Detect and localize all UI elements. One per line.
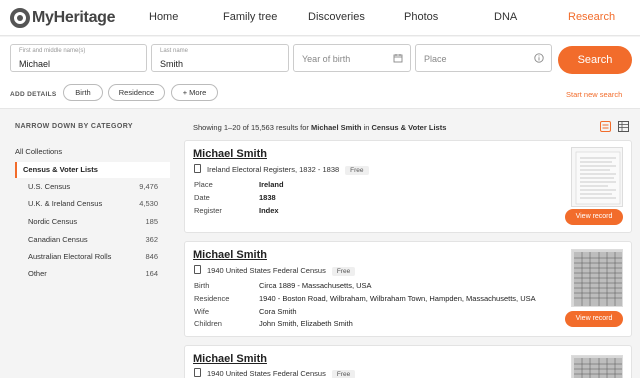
sidebar-item-census-voter-lists[interactable]: Census & Voter Lists xyxy=(15,162,170,178)
summary-in: in xyxy=(363,123,370,132)
summary-query: Michael Smith xyxy=(311,123,362,132)
result-name-link[interactable]: Michael Smith xyxy=(193,148,267,160)
field-value: Ireland xyxy=(259,180,284,189)
result-name-link[interactable]: Michael Smith xyxy=(193,249,267,261)
table-view-icon[interactable] xyxy=(618,121,629,132)
field-label: Register xyxy=(194,206,222,215)
category-count: 185 xyxy=(145,217,158,226)
field-value: Index xyxy=(259,206,279,215)
result-card: Michael Smith Ireland Electoral Register… xyxy=(184,140,632,233)
nav-home[interactable]: Home xyxy=(149,11,178,23)
field-value: John Smith, Elizabeth Smith xyxy=(259,319,353,328)
place-placeholder: Place xyxy=(424,54,447,64)
collection-icon xyxy=(194,265,201,274)
last-name-field[interactable]: Last name Smith xyxy=(151,44,289,72)
field-value: Cora Smith xyxy=(259,307,297,316)
calendar-icon xyxy=(393,54,403,63)
result-card: Michael Smith 1940 United States Federal… xyxy=(184,241,632,337)
record-thumbnail[interactable] xyxy=(571,147,623,207)
place-field[interactable]: Place xyxy=(415,44,552,72)
results-summary: Showing 1–20 of 15,563 results for Micha… xyxy=(193,123,446,132)
logo-icon xyxy=(10,8,30,28)
category-label: Nordic Census xyxy=(28,217,78,226)
document-image-icon xyxy=(575,151,621,205)
census-sheet-image-icon xyxy=(574,252,622,306)
view-record-button[interactable]: View record xyxy=(565,209,623,225)
category-count: 4,530 xyxy=(139,199,158,208)
field-label: Children xyxy=(194,319,222,328)
field-label: Residence xyxy=(194,294,230,303)
logo-text: MyHeritage xyxy=(32,9,116,26)
search-button[interactable]: Search xyxy=(558,46,632,74)
nav-discoveries[interactable]: Discoveries xyxy=(308,11,365,23)
collection-icon xyxy=(194,368,201,377)
category-count: 846 xyxy=(145,252,158,261)
collection-name: 1940 United States Federal Census Free xyxy=(207,369,356,378)
summary-prefix: Showing 1–20 of 15,563 results for xyxy=(193,123,309,132)
sidebar-item-canadian-census[interactable]: Canadian Census 362 xyxy=(28,235,158,244)
field-label: Wife xyxy=(194,307,209,316)
start-new-search-link[interactable]: Start new search xyxy=(566,90,622,99)
census-sheet-image-icon xyxy=(574,358,622,378)
record-thumbnail[interactable] xyxy=(571,249,623,307)
category-count: 9,476 xyxy=(139,182,158,191)
category-label: Canadian Census xyxy=(28,235,88,244)
add-birth-button[interactable]: Birth xyxy=(63,84,103,101)
sidebar-item-all-collections[interactable]: All Collections xyxy=(15,147,62,156)
sidebar-item-australian-electoral-rolls[interactable]: Australian Electoral Rolls 846 xyxy=(28,252,158,261)
collection-icon xyxy=(194,164,201,173)
view-record-button[interactable]: View record xyxy=(565,311,623,327)
collection-title: Ireland Electoral Registers, 1832 - 1838 xyxy=(207,165,340,174)
collection-name: Ireland Electoral Registers, 1832 - 1838… xyxy=(207,165,369,175)
nav-research[interactable]: Research xyxy=(568,11,615,23)
category-count: 362 xyxy=(145,235,158,244)
top-navigation: MyHeritage Home Family tree Discoveries … xyxy=(0,0,640,36)
field-value: 1940 - Boston Road, Wilbraham, Wilbraham… xyxy=(259,294,536,303)
field-value: Circa 1889 - Massachusetts, USA xyxy=(259,281,372,290)
first-name-field[interactable]: First and middle name(s) Michael xyxy=(10,44,147,72)
sidebar-title: NARROW DOWN BY CATEGORY xyxy=(15,123,133,130)
sidebar-item-nordic-census[interactable]: Nordic Census 185 xyxy=(28,217,158,226)
add-residence-button[interactable]: Residence xyxy=(108,84,165,101)
add-details-label: ADD DETAILS xyxy=(10,91,57,98)
nav-family-tree[interactable]: Family tree xyxy=(223,11,277,23)
last-name-value: Smith xyxy=(160,59,184,69)
free-badge: Free xyxy=(345,166,369,175)
year-of-birth-field[interactable]: Year of birth xyxy=(293,44,411,72)
sidebar-item-other[interactable]: Other 164 xyxy=(28,269,158,278)
free-badge: Free xyxy=(331,267,356,276)
free-badge: Free xyxy=(331,370,356,378)
myheritage-logo[interactable]: MyHeritage xyxy=(10,8,116,28)
field-label: Place xyxy=(194,180,213,189)
result-card: Michael Smith 1940 United States Federal… xyxy=(184,345,632,378)
sidebar-item-us-census[interactable]: U.S. Census 9,476 xyxy=(28,182,158,191)
result-name-link[interactable]: Michael Smith xyxy=(193,353,267,365)
first-name-value: Michael xyxy=(19,59,51,69)
summary-category: Census & Voter Lists xyxy=(371,123,447,132)
record-thumbnail[interactable] xyxy=(571,355,623,378)
field-label: Birth xyxy=(194,281,210,290)
category-label: Australian Electoral Rolls xyxy=(28,252,112,261)
category-label: U.S. Census xyxy=(28,182,71,191)
field-value: 1838 xyxy=(259,193,276,202)
collection-title: 1940 United States Federal Census xyxy=(207,266,326,275)
last-name-label: Last name xyxy=(160,48,189,54)
category-label: U.K. & Ireland Census xyxy=(28,199,103,208)
search-form: First and middle name(s) Michael Last na… xyxy=(0,37,640,109)
category-label: Other xyxy=(28,269,47,278)
category-count: 164 xyxy=(145,269,158,278)
collection-name: 1940 United States Federal Census Free xyxy=(207,266,356,276)
add-more-button[interactable]: + More xyxy=(171,84,218,101)
field-label: Date xyxy=(194,193,210,202)
sidebar-item-uk-ireland-census[interactable]: U.K. & Ireland Census 4,530 xyxy=(28,199,158,208)
collection-title: 1940 United States Federal Census xyxy=(207,369,326,378)
nav-dna[interactable]: DNA xyxy=(494,11,517,23)
first-name-label: First and middle name(s) xyxy=(19,48,86,54)
list-view-icon[interactable] xyxy=(600,121,611,132)
year-of-birth-placeholder: Year of birth xyxy=(302,54,351,64)
info-icon[interactable] xyxy=(534,53,544,63)
nav-photos[interactable]: Photos xyxy=(404,11,438,23)
